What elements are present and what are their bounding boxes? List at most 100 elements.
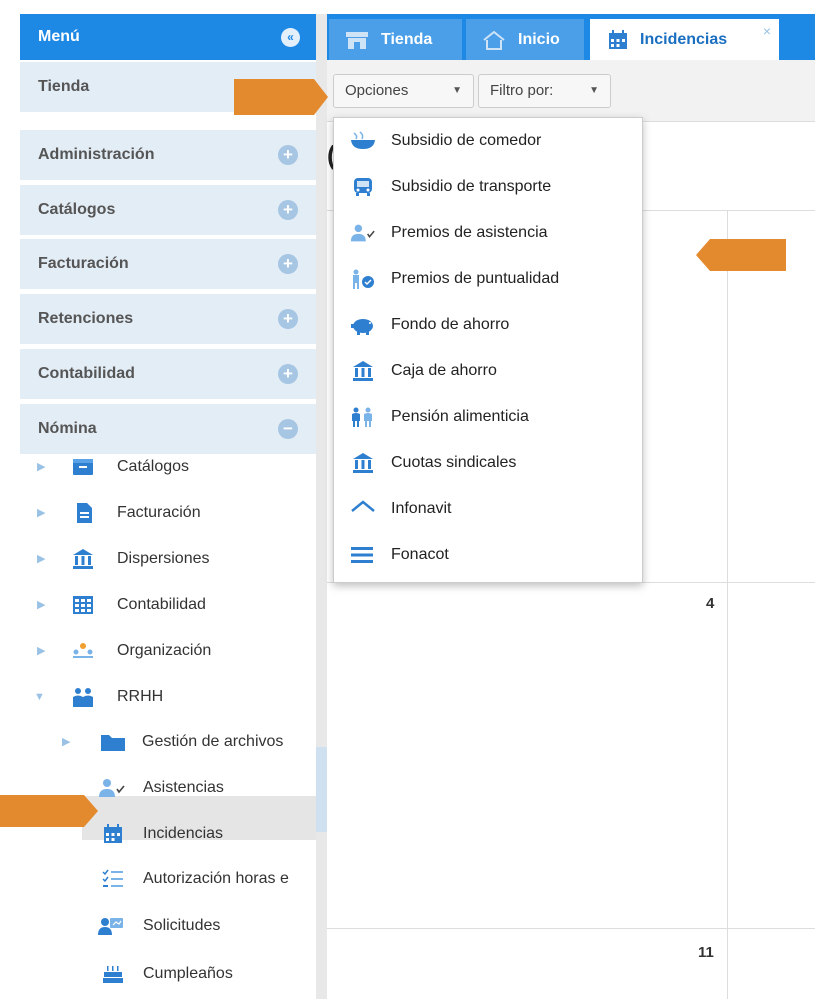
bus-icon <box>354 178 372 196</box>
splitter-grip[interactable] <box>316 747 327 832</box>
caret-down-icon: ▼ <box>452 85 462 96</box>
tree-item-label: Facturación <box>117 504 201 521</box>
toolbar: Opciones ▼ Filtro por: ▼ <box>327 60 815 122</box>
expand-icon[interactable]: + <box>278 145 298 165</box>
bowl-icon <box>351 131 375 149</box>
sidebar-section-label: Facturación <box>38 255 129 272</box>
tab-label: Tienda <box>381 31 433 48</box>
expand-icon[interactable]: + <box>278 200 298 220</box>
menu-item-premios-asistencia[interactable]: Premios de asistencia <box>334 210 642 256</box>
sidebar-section-label: Administración <box>38 146 155 163</box>
expand-icon[interactable]: + <box>278 364 298 384</box>
close-tab-icon[interactable]: × <box>763 11 771 52</box>
family-icon <box>352 407 372 427</box>
tree-item-label: Contabilidad <box>117 596 206 613</box>
tree-item-facturacion[interactable]: ▶ Facturación <box>20 493 316 533</box>
sidebar-section-catalogos[interactable]: Catálogos + <box>20 185 316 235</box>
calendar-icon <box>104 824 122 843</box>
collapse-icon[interactable]: − <box>278 419 298 439</box>
tree-item-solicitudes[interactable]: Solicitudes <box>20 906 316 946</box>
expanded-arrow-icon[interactable]: ▼ <box>34 677 45 717</box>
tab-tienda[interactable]: Tienda <box>329 19 462 60</box>
expand-arrow-icon[interactable]: ▶ <box>37 631 47 671</box>
tree-item-catalogos[interactable]: ▶ Catálogos <box>20 447 316 487</box>
options-dropdown-button[interactable]: Opciones ▼ <box>333 74 474 108</box>
calendar-day-number[interactable]: 4 <box>706 595 714 612</box>
calendar-day-number[interactable]: 11 <box>698 944 714 961</box>
expand-arrow-icon[interactable]: ▶ <box>37 539 47 579</box>
sidebar-section-label: Nómina <box>38 420 97 437</box>
tab-inicio[interactable]: Inicio <box>466 19 584 60</box>
menu-item-fondo-ahorro[interactable]: Fondo de ahorro <box>334 302 642 348</box>
tree-item-gestion-archivos[interactable]: ▶ Gestión de archivos <box>20 722 316 762</box>
menu-item-label: Cuotas sindicales <box>391 454 517 471</box>
catalog-icon <box>73 459 93 475</box>
calendar-gridline <box>727 210 728 999</box>
home-icon <box>483 30 505 50</box>
bank-icon <box>73 549 93 569</box>
tab-label: Inicio <box>518 31 560 48</box>
annotation-arrow-right <box>234 79 328 115</box>
options-label: Opciones <box>345 82 409 99</box>
menu-item-pension-alimenticia[interactable]: Pensión alimenticia <box>334 394 642 440</box>
checklist-icon <box>102 869 123 887</box>
home-icon <box>351 500 375 512</box>
menu-item-label: Caja de ahorro <box>391 362 497 379</box>
tree-item-label: Autorización horas e <box>143 870 289 887</box>
person-clock-icon <box>353 269 374 289</box>
menu-item-label: Subsidio de transporte <box>391 178 552 195</box>
annotation-arrow-right <box>0 795 98 827</box>
document-icon <box>77 503 92 523</box>
menu-item-subsidio-comedor[interactable]: Subsidio de comedor <box>334 118 642 164</box>
menu-item-label: Premios de asistencia <box>391 224 548 241</box>
tree-item-dispersiones[interactable]: ▶ Dispersiones <box>20 539 316 579</box>
tree-item-organizacion[interactable]: ▶ Organización <box>20 631 316 671</box>
request-icon <box>98 918 123 935</box>
expand-arrow-icon[interactable]: ▶ <box>37 493 47 533</box>
expand-arrow-icon[interactable]: ▶ <box>37 447 47 487</box>
expand-arrow-icon[interactable]: ▶ <box>37 585 47 625</box>
menu-item-label: Infonavit <box>391 500 452 517</box>
list-icon <box>351 547 373 563</box>
user-check-icon <box>350 224 375 242</box>
menu-item-infonavit[interactable]: Infonavit <box>334 486 642 532</box>
cake-icon <box>103 966 123 983</box>
piggy-bank-icon <box>351 319 373 335</box>
menu-item-fonacot[interactable]: Fonacot <box>334 532 642 578</box>
tab-incidencias[interactable]: Incidencias × <box>590 19 779 60</box>
tree-item-label: Dispersiones <box>117 550 210 567</box>
menu-item-label: Fondo de ahorro <box>391 316 510 333</box>
options-dropdown-menu: Subsidio de comedor Subsidio de transpor… <box>333 117 643 583</box>
sidebar-title: Menú <box>38 28 80 45</box>
tree-item-autorizacion-horas[interactable]: Autorización horas e <box>20 859 316 899</box>
sidebar-header: Menú « <box>20 14 316 60</box>
sidebar-section-label: Catálogos <box>38 201 116 218</box>
menu-item-label: Fonacot <box>391 546 449 563</box>
expand-arrow-icon[interactable]: ▶ <box>62 722 72 762</box>
expand-icon[interactable]: + <box>278 309 298 329</box>
tree-item-rrhh[interactable]: ▼ RRHH <box>20 677 316 717</box>
filter-dropdown-button[interactable]: Filtro por: ▼ <box>478 74 611 108</box>
sidebar-section-contabilidad[interactable]: Contabilidad + <box>20 349 316 399</box>
sidebar-section-facturacion[interactable]: Facturación + <box>20 239 316 289</box>
ledger-icon <box>73 596 93 614</box>
menu-item-cuotas-sindicales[interactable]: Cuotas sindicales <box>334 440 642 486</box>
expand-icon[interactable]: + <box>278 254 298 274</box>
sidebar-section-retenciones[interactable]: Retenciones + <box>20 294 316 344</box>
user-check-icon <box>99 779 125 797</box>
tree-item-cumpleanos[interactable]: Cumpleaños <box>20 954 316 994</box>
calendar-gridline <box>327 928 815 929</box>
tree-item-label: Catálogos <box>117 458 190 475</box>
menu-item-premios-puntualidad[interactable]: Premios de puntualidad <box>334 256 642 302</box>
tab-label: Incidencias <box>640 31 728 48</box>
tree-item-label: Solicitudes <box>143 917 221 934</box>
sidebar-section-label: Tienda <box>38 78 90 95</box>
tree-item-contabilidad[interactable]: ▶ Contabilidad <box>20 585 316 625</box>
menu-item-caja-ahorro[interactable]: Caja de ahorro <box>334 348 642 394</box>
tree-item-label: Gestión de archivos <box>142 733 284 750</box>
collapse-sidebar-icon[interactable]: « <box>281 28 300 47</box>
menu-item-label: Subsidio de comedor <box>391 132 542 149</box>
menu-item-subsidio-transporte[interactable]: Subsidio de transporte <box>334 164 642 210</box>
sidebar-splitter[interactable] <box>316 14 327 999</box>
sidebar-section-administracion[interactable]: Administración + <box>20 130 316 180</box>
